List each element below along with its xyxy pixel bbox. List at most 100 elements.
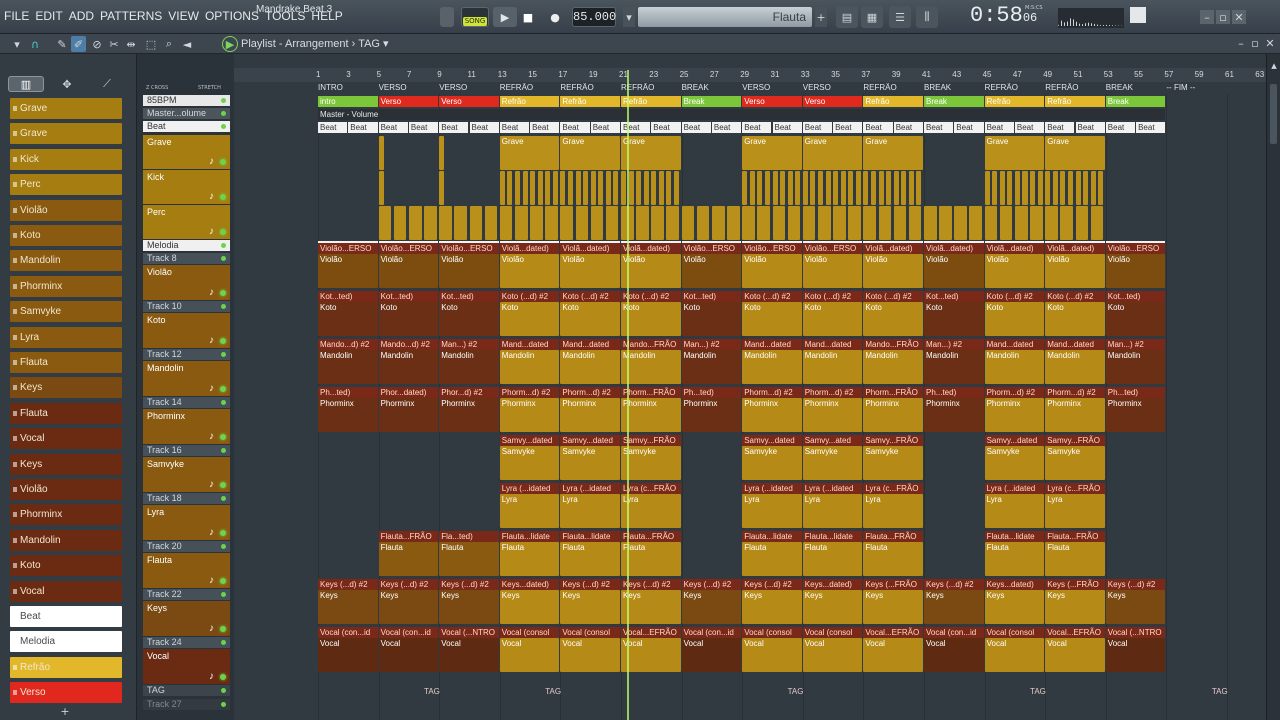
- track-led[interactable]: [220, 386, 226, 392]
- play-circle-icon[interactable]: ▶: [222, 36, 238, 52]
- automation-clip[interactable]: Koto (...d) #2: [984, 291, 1045, 302]
- automation-clip[interactable]: Man...) #2: [924, 339, 984, 350]
- pattern-clip[interactable]: Phorminx: [1105, 398, 1166, 432]
- pattern-clip[interactable]: [817, 171, 823, 205]
- automation-clip[interactable]: Samvy...dated: [560, 435, 620, 446]
- pattern-clip[interactable]: [1014, 171, 1020, 205]
- track-label[interactable]: Melodia: [143, 240, 230, 251]
- automation-clip[interactable]: Ph...ted): [681, 387, 742, 398]
- pattern-clip[interactable]: Grave: [621, 136, 681, 170]
- pattern-clip[interactable]: [787, 206, 801, 240]
- beat-clip[interactable]: Beat: [984, 122, 1014, 133]
- pattern-clip[interactable]: Koto: [378, 302, 439, 336]
- beat-clip[interactable]: Beat: [378, 122, 408, 133]
- pattern-clip[interactable]: Flauta: [378, 542, 439, 576]
- pattern-clip[interactable]: Phorminx: [1045, 398, 1105, 432]
- pattern-item[interactable]: Refrão: [10, 656, 122, 678]
- automation-clip[interactable]: Violã...dated): [621, 243, 681, 254]
- automation-clip[interactable]: Keys (...d) #2: [318, 579, 378, 590]
- pattern-clip[interactable]: Keys: [681, 590, 742, 624]
- pattern-clip[interactable]: [924, 206, 937, 240]
- automation-clip[interactable]: Koto (...d) #2: [802, 291, 863, 302]
- pattern-item[interactable]: Flauta: [10, 352, 122, 373]
- pattern-item[interactable]: Keys: [10, 453, 122, 475]
- automation-clip[interactable]: Phorm...FRÃO: [863, 387, 923, 398]
- pattern-clip[interactable]: [817, 206, 831, 240]
- pattern-clip[interactable]: [848, 206, 861, 240]
- automation-clip[interactable]: Kot...ted): [378, 291, 439, 302]
- automation-clip[interactable]: Keys (...FRÃO: [863, 579, 923, 590]
- automation-clip[interactable]: Fla...ted): [439, 531, 499, 542]
- track-led[interactable]: [220, 290, 226, 296]
- automation-clip[interactable]: Kot...ted): [681, 291, 742, 302]
- automation-clip[interactable]: Mando...FRÃO: [621, 339, 681, 350]
- channel-rack-view-icon[interactable]: ☰: [889, 6, 911, 28]
- section-clip[interactable]: Refrão: [1045, 96, 1105, 107]
- magnet-icon[interactable]: ∩: [28, 37, 42, 51]
- pattern-clip[interactable]: [802, 171, 808, 205]
- pattern-clip[interactable]: Violão: [681, 254, 742, 288]
- automation-clip[interactable]: Samvy...dated: [742, 435, 802, 446]
- pattern-clip[interactable]: [696, 206, 710, 240]
- master-volume-automation[interactable]: Master - Volume: [318, 109, 1166, 120]
- track-led[interactable]: [221, 400, 226, 405]
- tag-marker[interactable]: TAG: [788, 687, 804, 696]
- pattern-clip[interactable]: Flauta: [560, 542, 620, 576]
- pattern-clip[interactable]: Lyra: [560, 494, 620, 528]
- timeline-marker[interactable]: VERSO: [439, 83, 498, 93]
- pattern-clip[interactable]: [643, 171, 649, 205]
- pattern-item[interactable]: Keys: [10, 377, 122, 399]
- add-icon[interactable]: +: [815, 7, 827, 27]
- zoom-icon[interactable]: ⌕: [162, 37, 176, 51]
- track-led[interactable]: [221, 496, 226, 501]
- section-clip[interactable]: Refrão: [560, 96, 620, 107]
- pattern-clip[interactable]: [378, 171, 384, 205]
- track-led[interactable]: [220, 338, 226, 344]
- pattern-clip[interactable]: [992, 171, 998, 205]
- beat-clip[interactable]: Beat: [408, 122, 439, 133]
- automation-clip[interactable]: Mand...dated: [742, 339, 802, 350]
- playhead[interactable]: [627, 70, 629, 720]
- automation-clip[interactable]: Mand...dated: [1045, 339, 1105, 350]
- pattern-clip[interactable]: Koto: [742, 302, 802, 336]
- pattern-clip[interactable]: Keys: [318, 590, 378, 624]
- pattern-clip[interactable]: [484, 206, 498, 240]
- pattern-item[interactable]: Koto: [10, 225, 122, 246]
- pattern-clip[interactable]: Grave: [742, 136, 802, 170]
- automation-clip[interactable]: Samvy...dated: [499, 435, 560, 446]
- pattern-clip[interactable]: [598, 171, 604, 205]
- pattern-item[interactable]: Samvyke: [10, 301, 122, 323]
- pattern-clip[interactable]: [833, 171, 839, 205]
- beat-clip[interactable]: Beat: [772, 122, 802, 133]
- timeline-marker[interactable]: BREAK: [682, 83, 741, 93]
- minimize-icon[interactable]: –: [1200, 10, 1214, 24]
- delete-icon[interactable]: ⊘: [90, 37, 104, 51]
- pattern-clip[interactable]: [954, 206, 967, 240]
- automation-clip[interactable]: Keys (...d) #2: [681, 579, 742, 590]
- pattern-clip[interactable]: [1037, 171, 1043, 205]
- pattern-clip[interactable]: [1045, 206, 1058, 240]
- paint-icon[interactable]: ✐: [71, 36, 86, 52]
- pattern-clip[interactable]: [439, 206, 452, 240]
- pencil-icon[interactable]: ✎: [55, 37, 69, 51]
- pattern-clip[interactable]: [552, 171, 558, 205]
- automation-clip[interactable]: Flauta...lidate: [984, 531, 1045, 542]
- automation-clip[interactable]: Vocal (consol: [984, 627, 1045, 638]
- scroll-thumb[interactable]: [1270, 84, 1277, 144]
- pattern-clip[interactable]: Violão: [1105, 254, 1166, 288]
- automation-clip[interactable]: Man...) #2: [439, 339, 499, 350]
- automation-clip[interactable]: Violão...ERSO: [439, 243, 499, 254]
- beat-clip[interactable]: Beat: [1105, 122, 1136, 133]
- automation-clip[interactable]: Violã...dated): [1045, 243, 1105, 254]
- track-led[interactable]: [221, 544, 226, 549]
- pattern-clip[interactable]: [454, 206, 467, 240]
- pattern-clip[interactable]: Vocal: [742, 638, 802, 672]
- pattern-clip[interactable]: Keys: [378, 590, 439, 624]
- pattern-clip[interactable]: Vocal: [863, 638, 923, 672]
- pattern-item[interactable]: Perc: [10, 174, 122, 196]
- beat-clip[interactable]: Beat: [954, 122, 984, 133]
- pattern-clip[interactable]: Keys: [1105, 590, 1166, 624]
- automation-clip[interactable]: Lyra (c...FRÃO: [621, 483, 681, 494]
- beat-clip[interactable]: Beat: [924, 122, 954, 133]
- pattern-clip[interactable]: [795, 171, 801, 205]
